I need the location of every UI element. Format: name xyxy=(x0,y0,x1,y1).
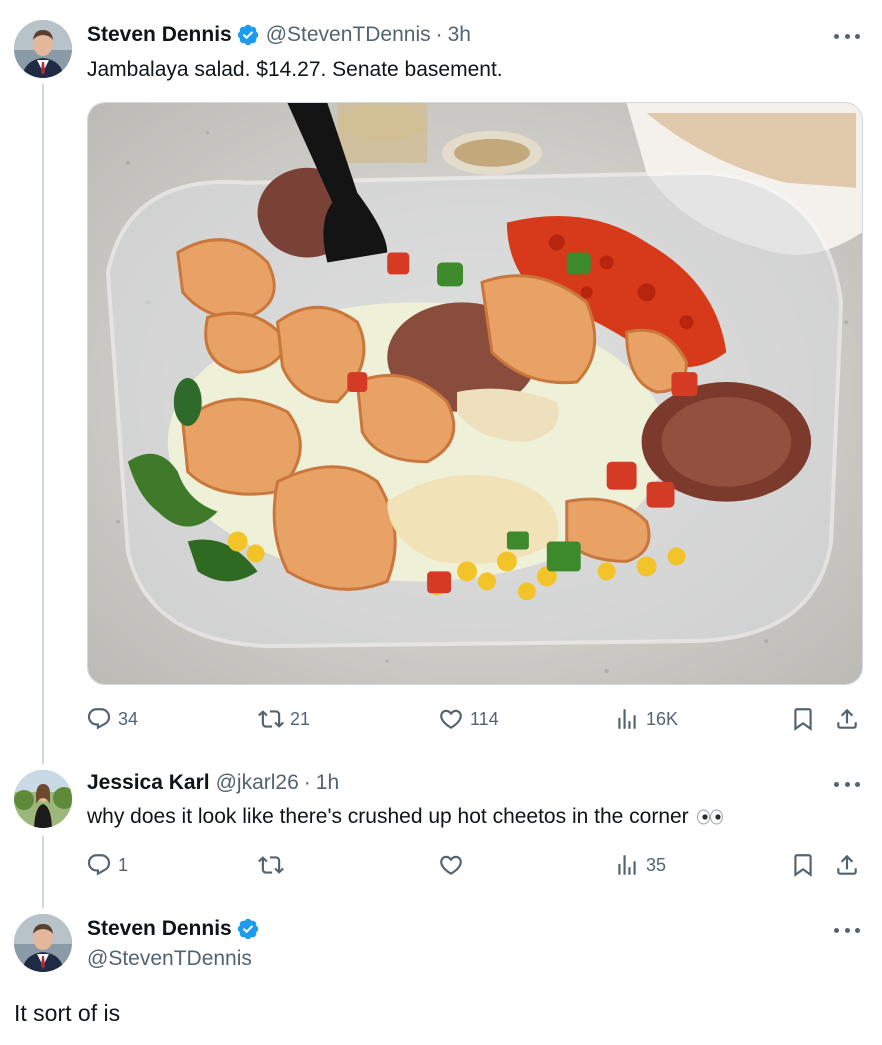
tweet-photo[interactable] xyxy=(87,102,863,685)
views-button[interactable]: 16K xyxy=(614,704,678,734)
more-options-icon[interactable] xyxy=(834,920,860,940)
share-button[interactable] xyxy=(834,704,860,734)
reply-avatar[interactable] xyxy=(14,770,72,828)
share-icon xyxy=(837,854,857,875)
avatar[interactable] xyxy=(14,20,72,78)
reply-author-name[interactable]: Jessica Karl xyxy=(87,770,210,796)
views-icon xyxy=(618,709,636,729)
share-icon xyxy=(837,708,857,729)
more-options-icon[interactable] xyxy=(834,26,860,46)
heart-icon xyxy=(440,855,462,875)
reply-timestamp[interactable]: 1h xyxy=(316,770,339,796)
share-button[interactable] xyxy=(834,850,860,880)
repost-button[interactable] xyxy=(258,850,290,880)
like-button[interactable]: 114 xyxy=(438,704,499,734)
reply-button[interactable]: 34 xyxy=(86,704,138,734)
focused-header: Steven Dennis xyxy=(87,916,260,942)
reply-count: 34 xyxy=(118,708,139,729)
avatar-steven-dennis xyxy=(14,20,72,78)
views-count: 35 xyxy=(646,854,667,875)
thread-line-1 xyxy=(42,84,44,764)
thread-line-2 xyxy=(42,836,44,908)
tweet-text: Jambalaya salad. $14.27. Senate basement… xyxy=(87,58,503,81)
views-count: 16K xyxy=(646,708,679,729)
verified-badge-icon[interactable] xyxy=(236,917,260,941)
focused-tweet-text: It sort of is xyxy=(14,1000,121,1026)
bookmark-icon xyxy=(794,854,812,877)
separator-dot: · xyxy=(435,23,443,46)
eyes-emoji-icon xyxy=(696,809,723,825)
reply-actions: 1 35 xyxy=(86,850,864,880)
bookmark-button[interactable] xyxy=(790,704,816,734)
bookmark-icon xyxy=(794,708,812,731)
like-button[interactable] xyxy=(438,850,470,880)
reply-header: Jessica Karl @jkarl26 · 1h xyxy=(87,770,339,796)
focused-avatar[interactable] xyxy=(14,914,72,972)
bookmark-button[interactable] xyxy=(790,850,816,880)
author-handle[interactable]: @StevenTDennis xyxy=(266,22,431,48)
repost-count: 21 xyxy=(290,708,311,729)
tweet-header: Steven Dennis @StevenTDennis · 3h xyxy=(87,22,471,48)
avatar-steven-dennis xyxy=(14,914,72,972)
reply-author-handle[interactable]: @jkarl26 xyxy=(216,770,299,796)
author-name[interactable]: Steven Dennis xyxy=(87,22,232,48)
heart-icon xyxy=(440,709,462,729)
food-photo-icon xyxy=(88,103,862,684)
like-count: 114 xyxy=(470,708,499,729)
more-options-icon[interactable] xyxy=(834,774,860,794)
verified-badge-icon[interactable] xyxy=(236,23,260,47)
repost-icon xyxy=(258,710,284,728)
focused-handle-row: @StevenTDennis xyxy=(87,946,252,972)
reply-text-row: why does it look like there's crushed up… xyxy=(87,803,723,831)
focused-author-handle[interactable]: @StevenTDennis xyxy=(87,946,252,972)
focused-author-name[interactable]: Steven Dennis xyxy=(87,916,232,942)
reply-icon xyxy=(87,708,111,730)
avatar-jessica-karl xyxy=(14,770,72,828)
reply-button[interactable]: 1 xyxy=(86,850,128,880)
reply-icon xyxy=(87,854,111,876)
separator-dot: · xyxy=(303,771,311,794)
repost-button[interactable]: 21 xyxy=(258,704,310,734)
tweet-actions: 34 21 114 16K xyxy=(86,704,864,734)
repost-icon xyxy=(258,856,284,874)
views-icon xyxy=(618,855,636,875)
views-button[interactable]: 35 xyxy=(614,850,666,880)
reply-count: 1 xyxy=(118,854,129,875)
reply-text: why does it look like there's crushed up… xyxy=(87,805,689,828)
timestamp[interactable]: 3h xyxy=(448,22,471,48)
